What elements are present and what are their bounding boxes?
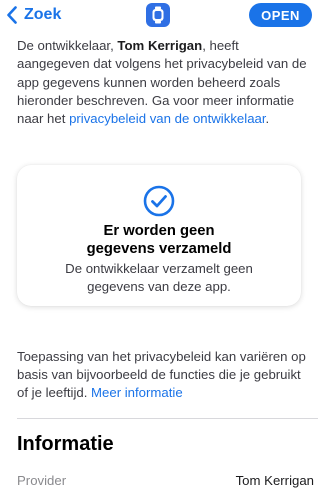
information-section-title: Informatie [17, 433, 114, 455]
section-divider [17, 418, 318, 419]
developer-name: Tom Kerrigan [117, 38, 203, 53]
more-info-link[interactable]: Meer informatie [91, 385, 183, 400]
intro-text-3: . [265, 111, 270, 127]
provider-value: Tom Kerrigan [235, 473, 314, 488]
no-data-collected-card: Er worden geen gegevens verzameld De ont… [17, 165, 301, 306]
back-label: Zoek [24, 6, 62, 23]
card-title-text: Er worden geen gegevens verzameld [86, 223, 232, 257]
card-description: De ontwikkelaar verzamelt geen gegevens … [65, 261, 253, 294]
card-title: Er worden geen gegevens verzameld [17, 222, 301, 258]
app-icon [146, 3, 170, 27]
back-button[interactable]: Zoek [6, 4, 61, 26]
privacy-intro: De ontwikkelaar, Tom Kerrigan, heeft aan… [17, 37, 309, 128]
provider-label: Provider [17, 473, 67, 488]
developer-privacy-policy-link[interactable]: privacybeleid van de ontwikkelaar [69, 111, 265, 126]
privacy-note: Toepassing van het privacybeleid kan var… [17, 348, 309, 403]
intro-text-1: De ontwikkelaar, [17, 38, 118, 53]
open-button[interactable]: OPEN [249, 3, 312, 27]
watch-icon [152, 6, 164, 24]
chevron-left-icon [7, 6, 17, 24]
checkmark-circle-icon [143, 185, 175, 217]
info-row-provider: Provider Tom Kerrigan [17, 473, 318, 495]
navigation-bar: Zoek OPEN [0, 0, 318, 30]
